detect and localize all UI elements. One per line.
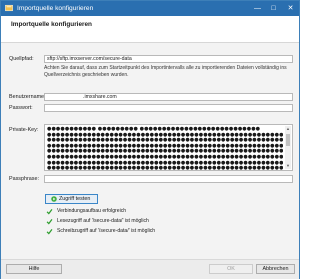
dialog-heading: Importquelle konfigurieren bbox=[11, 21, 92, 28]
dialog-window: Importquelle konfigurieren — □ ✕ Importq… bbox=[0, 0, 300, 279]
username-label: Benutzername: bbox=[9, 94, 46, 100]
import-source-icon bbox=[5, 4, 13, 12]
ok-button[interactable]: OK bbox=[209, 264, 253, 274]
dialog-header: Importquelle konfigurieren bbox=[1, 16, 299, 43]
passphrase-input[interactable] bbox=[44, 175, 293, 183]
window-title: Importquelle konfigurieren bbox=[17, 5, 94, 12]
private-key-line: ●●●●●●●●●●●●●●●●●●●●●●●●●●●●●●●●●●●●●●●●… bbox=[47, 165, 283, 171]
status-text: Schreibzugriff auf '/secure-data/' ist m… bbox=[57, 228, 156, 234]
private-key-textarea[interactable]: ●●●●●●●●●●● ●●●●●●●●● ●●●●●●●●●●●●●●●●●●… bbox=[44, 124, 293, 171]
private-key-scrollbar[interactable]: ▲ ▼ bbox=[285, 126, 291, 169]
title-bar[interactable]: Importquelle konfigurieren — □ ✕ bbox=[1, 1, 299, 16]
password-input[interactable] bbox=[44, 104, 293, 112]
maximize-button[interactable]: □ bbox=[265, 2, 282, 15]
check-icon bbox=[46, 209, 53, 215]
minimize-button[interactable]: — bbox=[249, 2, 266, 15]
test-access-button[interactable]: Zugriff testen bbox=[45, 194, 98, 204]
check-icon bbox=[46, 219, 53, 225]
username-input[interactable]: .imxshare.com bbox=[44, 93, 293, 101]
password-label: Passwort: bbox=[9, 105, 33, 111]
check-icon bbox=[46, 229, 53, 235]
status-text: Lesezugriff auf '/secure-data/' ist mögl… bbox=[57, 218, 149, 224]
help-button[interactable]: Hilfe bbox=[6, 264, 62, 274]
scroll-down-icon[interactable]: ▼ bbox=[285, 163, 291, 169]
scrollbar-thumb[interactable] bbox=[286, 134, 290, 146]
close-button[interactable]: ✕ bbox=[282, 2, 299, 15]
source-path-input[interactable]: sftp://sftp.imxserver.com/secure-data bbox=[44, 55, 293, 63]
dialog-footer: Hilfe OK Abbrechen bbox=[1, 259, 299, 279]
private-key-label: Private-Key: bbox=[9, 127, 39, 133]
status-text: Verbindungsaufbau erfolgreich bbox=[57, 208, 127, 214]
cancel-button[interactable]: Abbrechen bbox=[256, 264, 295, 274]
source-path-hint: Achten Sie darauf, dass zum Startzeitpun… bbox=[44, 65, 287, 78]
passphrase-label: Passphrase: bbox=[9, 176, 39, 182]
scroll-up-icon[interactable]: ▲ bbox=[285, 126, 291, 132]
test-access-label: Zugriff testen bbox=[59, 196, 91, 202]
source-path-label: Quellpfad: bbox=[9, 56, 34, 62]
play-circle-icon bbox=[51, 196, 57, 202]
